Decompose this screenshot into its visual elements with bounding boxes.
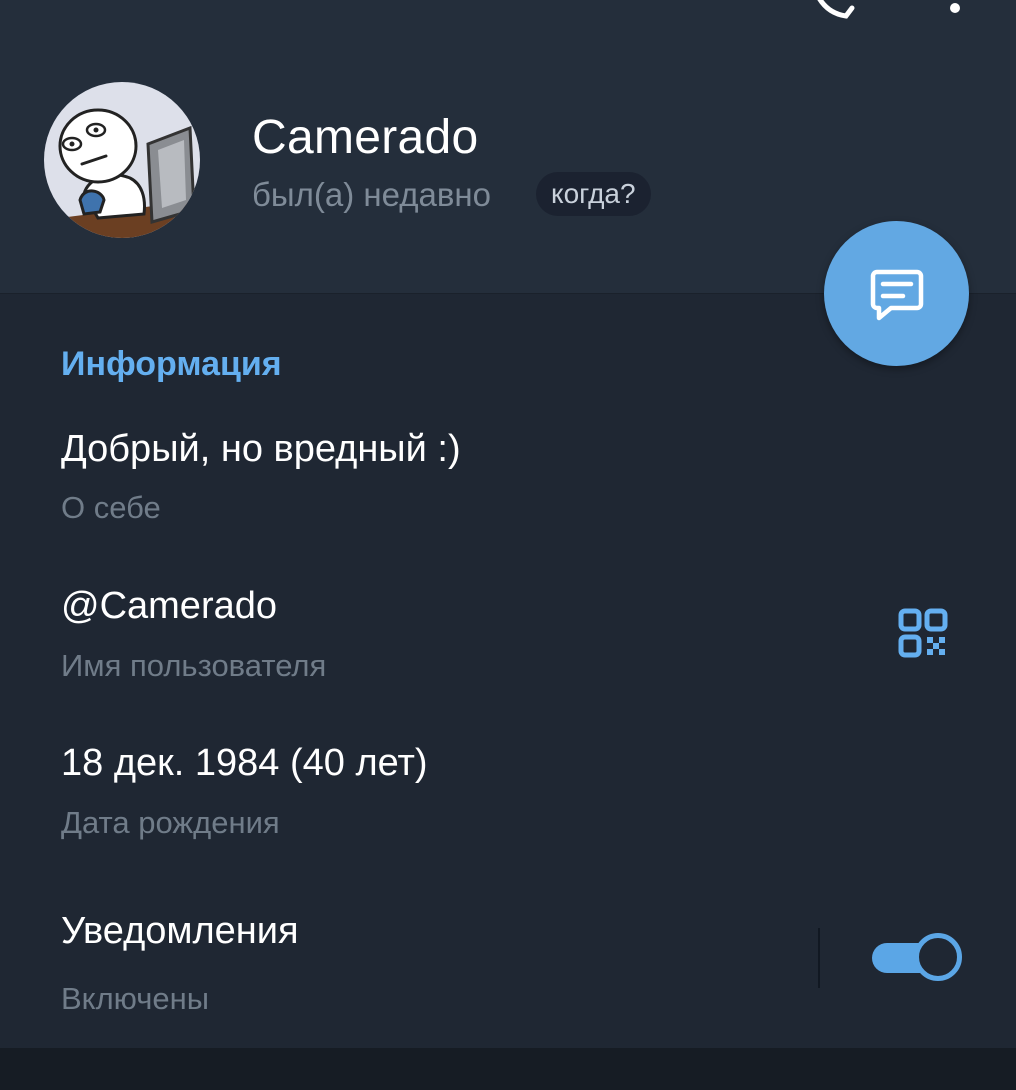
message-icon (870, 269, 923, 320)
birthday-value: 18 дек. 1984 (40 лет) (61, 742, 428, 784)
last-seen-status: был(а) недавно (252, 176, 491, 213)
profile-name: Camerado (252, 111, 479, 164)
back-arrow-icon[interactable] (44, 0, 84, 20)
notifications-status: Включены (61, 981, 210, 1016)
toggle-knob (914, 933, 962, 981)
avatar[interactable] (44, 82, 200, 238)
birthday-label: Дата рождения (61, 805, 280, 840)
bio-value[interactable]: Добрый, но вредный :) (61, 428, 461, 471)
notifications-title[interactable]: Уведомления (61, 910, 299, 953)
when-button[interactable]: когда? (536, 172, 651, 216)
notifications-toggle[interactable] (872, 933, 962, 983)
row-divider (818, 928, 820, 988)
username-value[interactable]: @Camerado (61, 585, 277, 628)
send-message-button[interactable] (824, 221, 969, 366)
phone-icon[interactable] (806, 0, 858, 20)
qr-code-icon[interactable] (898, 608, 948, 658)
bottom-section-divider (0, 1048, 1016, 1090)
username-label: Имя пользователя (61, 648, 327, 683)
more-vertical-icon[interactable] (940, 0, 970, 18)
bio-label: О себе (61, 490, 161, 525)
section-title-info: Информация (61, 345, 282, 383)
